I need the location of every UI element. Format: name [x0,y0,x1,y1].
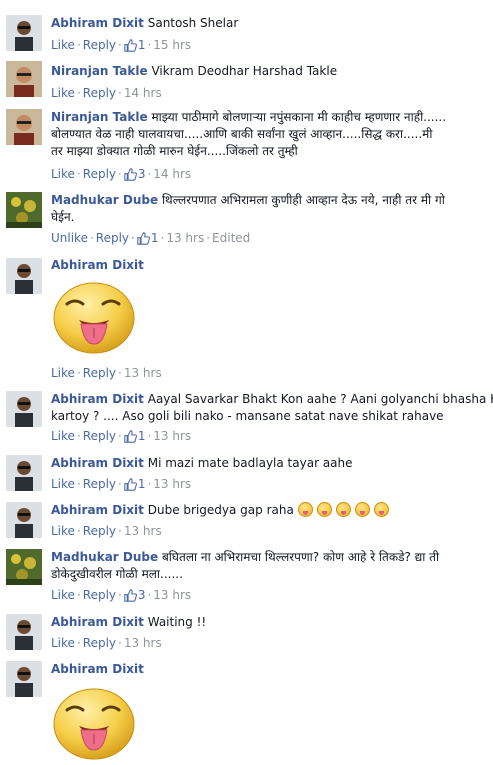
grin-emoji [373,502,389,517]
like-link[interactable]: Like [51,636,75,650]
reply-link[interactable]: Reply [83,86,116,100]
avatar[interactable] [6,192,42,228]
comment-text: kartoy ? .... Aso goli bili nako - mansa… [51,409,444,423]
comment-text: बोलण्यात वेळ नाही घालवायचा.....आणि बाकी … [51,127,433,141]
like-count[interactable]: 1 [124,429,145,443]
like-link[interactable]: Like [51,86,75,100]
avatar[interactable] [6,455,42,491]
comment-text: Aayal Savarkar Bhakt Kon aahe ? Aani gol… [147,392,493,406]
reply-link[interactable]: Reply [83,38,116,52]
avatar[interactable] [6,614,42,650]
tongue-out-sticker[interactable] [51,280,137,356]
tongue-out-sticker[interactable] [51,686,137,762]
reply-link[interactable]: Reply [83,366,116,380]
timestamp[interactable]: 14 hrs [153,167,191,181]
like-link[interactable]: Like [51,366,75,380]
comment-text: Dube brigedya gap raha [147,503,294,517]
timestamp[interactable]: 13 hrs [166,231,204,245]
avatar[interactable] [6,549,42,585]
comment-author[interactable]: Abhiram Dixit [51,456,144,470]
comment-text: घेईन. [51,210,75,224]
reply-link[interactable]: Reply [83,524,116,538]
comment-text: डोकेदुखीवरील गोळी मला...... [51,567,183,581]
comment-text: माझ्या पाठीमागे बोलणाऱ्या नपुंसकाना मी क… [151,110,447,124]
reply-link[interactable]: Reply [83,588,116,602]
grin-emoji [354,502,370,517]
like-count[interactable]: 3 [124,167,145,181]
tongue-out-emoji [316,502,332,517]
comment-author[interactable]: Abhiram Dixit [51,503,144,517]
comment-text: थिल्लरपणात अभिरामला कुणीही आव्हान देऊ नय… [161,193,445,207]
tongue-out-emoji [297,502,313,517]
timestamp[interactable]: 13 hrs [124,366,162,380]
like-link[interactable]: Like [51,477,75,491]
thumbs-up-icon [137,232,150,245]
reply-link[interactable]: Reply [83,477,116,491]
like-link[interactable]: Like [51,524,75,538]
comment-text: Waiting !! [147,615,207,629]
timestamp[interactable]: 13 hrs [153,429,191,443]
like-count[interactable]: 1 [137,231,159,245]
timestamp[interactable]: 14 hrs [124,86,162,100]
comment-author[interactable]: Madhukar Dube [51,550,158,564]
unlike-link[interactable]: Unlike [51,231,88,245]
like-link[interactable]: Like [51,167,75,181]
like-count[interactable]: 1 [124,38,145,52]
comment-text: तर माझ्या डोक्यात गोळी मारुन घेईन.....जि… [51,144,298,158]
like-count[interactable]: 3 [124,588,145,602]
timestamp[interactable]: 13 hrs [124,524,162,538]
avatar[interactable] [6,109,42,145]
timestamp[interactable]: 13 hrs [153,588,191,602]
reply-link[interactable]: Reply [83,636,116,650]
thumbs-up-icon [124,39,137,52]
tongue-out-emoji [335,502,351,517]
comment-author[interactable]: Abhiram Dixit [51,662,144,676]
timestamp[interactable]: 13 hrs [124,636,162,650]
like-link[interactable]: Like [51,588,75,602]
comment-author[interactable]: Abhiram Dixit [51,258,144,272]
avatar[interactable] [6,391,42,427]
thumbs-up-icon [124,589,137,602]
like-count[interactable]: 1 [124,477,145,491]
avatar[interactable] [6,258,42,294]
reply-link[interactable]: Reply [96,231,129,245]
thumbs-up-icon [124,168,137,181]
comment-author[interactable]: Abhiram Dixit [51,615,144,629]
timestamp[interactable]: 15 hrs [153,38,191,52]
thumbs-up-icon [124,478,137,491]
avatar[interactable] [6,502,42,538]
reply-link[interactable]: Reply [83,429,116,443]
reply-link[interactable]: Reply [83,167,116,181]
comment-text: बघितला ना अभिरामचा थिल्लरपणा? कोण आहे रे… [161,550,440,564]
edited-label[interactable]: Edited [212,231,250,245]
avatar[interactable] [6,661,42,697]
avatar[interactable] [6,61,42,97]
avatar[interactable] [6,15,42,51]
comment-author[interactable]: Abhiram Dixit [51,16,144,30]
comment-text: Santosh Shelar [147,16,239,30]
comment-author[interactable]: Niranjan Takle [51,110,148,124]
comment-author[interactable]: Madhukar Dube [51,193,158,207]
like-link[interactable]: Like [51,429,75,443]
like-link[interactable]: Like [51,38,75,52]
comment-author[interactable]: Niranjan Takle [51,64,148,78]
comment-text: Mi mazi mate badlayla tayar aahe [147,456,353,470]
timestamp[interactable]: 13 hrs [153,477,191,491]
comment-text: Vikram Deodhar Harshad Takle [151,64,338,78]
comment-author[interactable]: Abhiram Dixit [51,392,144,406]
thumbs-up-icon [124,430,137,443]
